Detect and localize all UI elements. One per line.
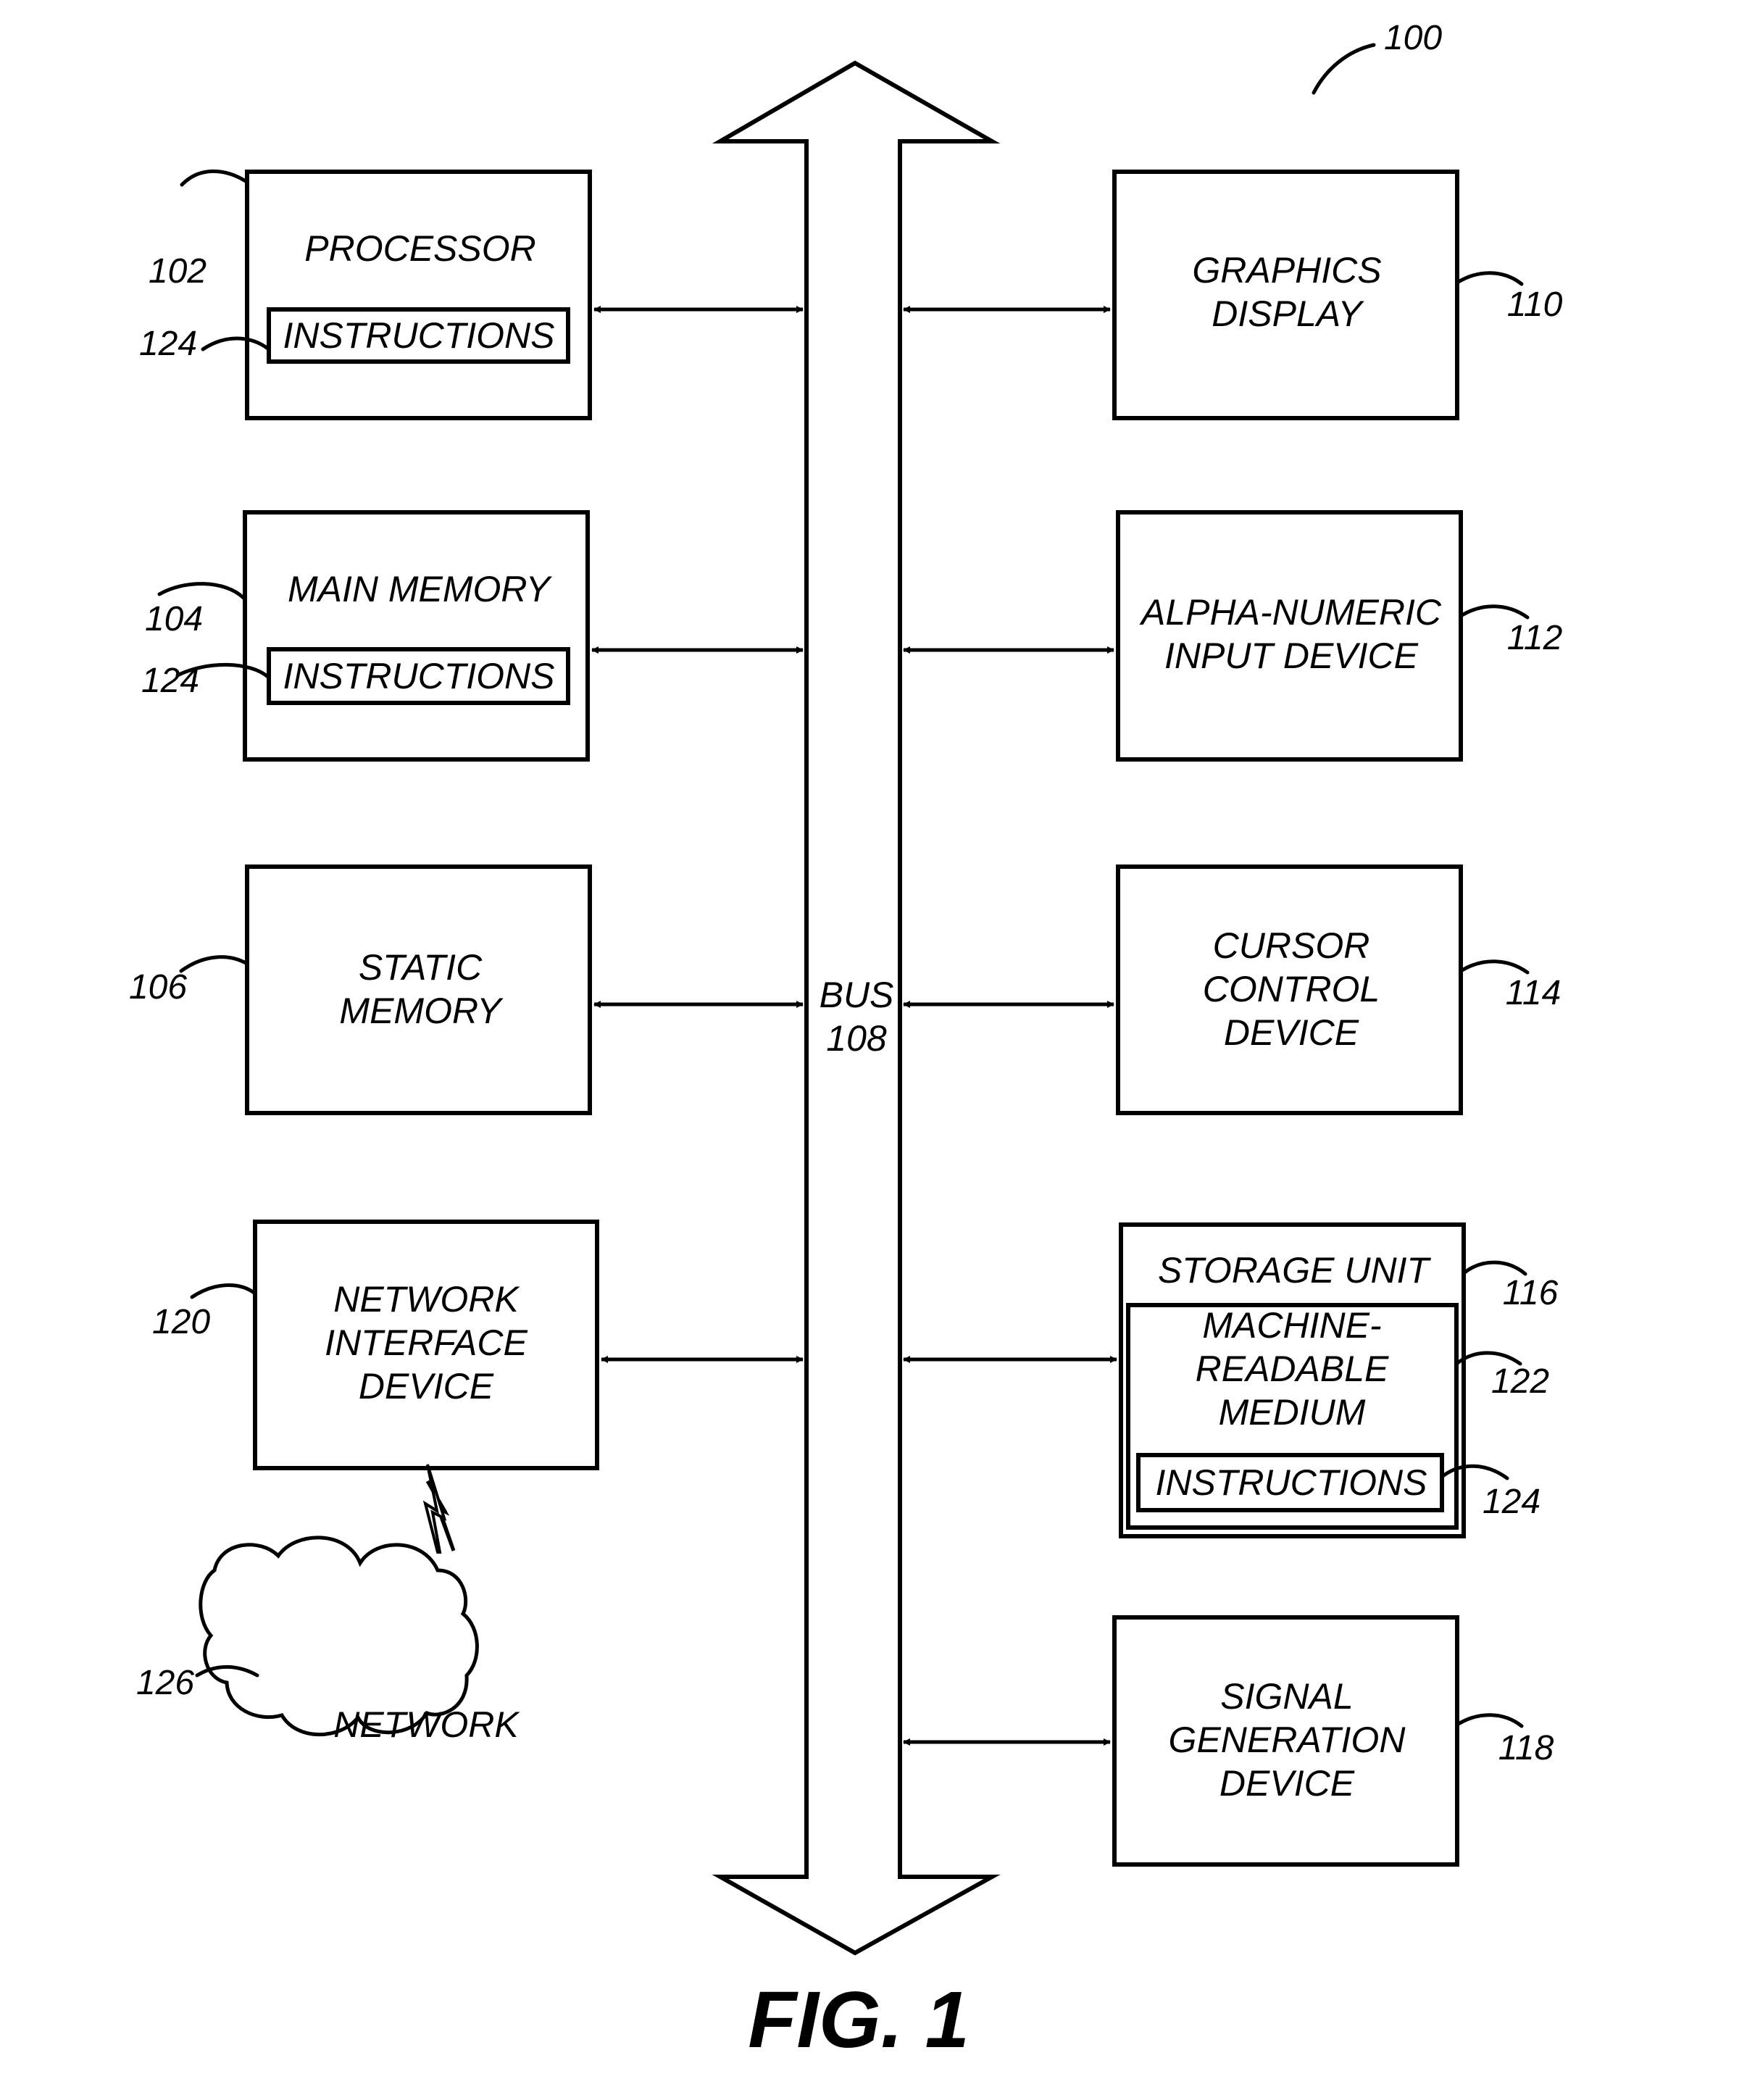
network-interface-block: NETWORK INTERFACE DEVICE 120 [152,1220,599,1470]
ref-leader-106 [179,955,249,973]
cursor-control-block: CURSOR CONTROL DEVICE 114 [1116,864,1562,1115]
cursor-control-label-line2: CONTROL [1203,969,1380,1009]
signal-generation-block: SIGNAL GENERATION DEVICE 118 [1112,1615,1554,1867]
ref-114: 114 [1506,974,1562,1012]
network-interface-label-line2: INTERFACE [325,1322,528,1363]
storage-unit-block: STORAGE UNIT MACHINE- READABLE MEDIUM IN… [1119,1222,1559,1538]
static-memory-block: STATIC MEMORY 106 [129,864,592,1115]
static-memory-label-line2: MEMORY [339,991,504,1031]
alpha-numeric-block: ALPHA-NUMERIC INPUT DEVICE 112 [1116,510,1563,762]
signal-generation-label-line2: GENERATION [1169,1720,1406,1760]
ref-leader-118 [1455,1713,1524,1728]
processor-block: PROCESSOR INSTRUCTIONS 102 124 [139,169,592,420]
ref-leader-104 [157,582,246,600]
block-diagram: 100 BUS 108 PROCESSOR INSTRUCTIONS 102 1… [129,19,1563,2064]
ref-120: 120 [152,1303,210,1341]
ref-leader-112 [1459,604,1530,620]
processor-instructions-label: INSTRUCTIONS [283,315,555,356]
machine-readable-medium-line2: READABLE [1196,1349,1389,1389]
static-memory-label-line1: STATIC [359,947,483,988]
main-memory-label: MAIN MEMORY [288,569,553,609]
machine-readable-medium-line3: MEDIUM [1219,1392,1366,1433]
bus-ref: 108 [826,1018,887,1059]
alpha-numeric-label-line1: ALPHA-NUMERIC [1139,592,1442,633]
signal-generation-label-line1: SIGNAL [1220,1676,1353,1717]
network-interface-label-line3: DEVICE [359,1366,494,1407]
bus-label: BUS [820,975,894,1015]
ref-leader-114 [1459,959,1530,975]
ref-122: 122 [1491,1362,1549,1401]
ref-116: 116 [1503,1274,1559,1312]
figure-caption: FIG. 1 [748,1975,970,2064]
ref-leader-100 [1312,43,1376,95]
main-memory-instructions-label: INSTRUCTIONS [283,656,555,696]
ref-106: 106 [129,968,187,1007]
ref-104: 104 [145,600,203,638]
network-cloud: NETWORK 126 [136,1536,520,1745]
storage-unit-label: STORAGE UNIT [1158,1250,1432,1291]
ref-leader-120 [190,1283,257,1299]
main-memory-block: MAIN MEMORY INSTRUCTIONS 104 124 [141,510,590,762]
ref-main-memory-124: 124 [141,662,199,700]
cursor-control-label-line1: CURSOR [1213,925,1370,966]
storage-instructions-label: INSTRUCTIONS [1156,1462,1427,1503]
ref-storage-124: 124 [1483,1483,1540,1521]
graphics-display-block: GRAPHICS DISPLAY 110 [1112,170,1563,420]
network-cloud-label: NETWORK [333,1704,520,1745]
ref-118: 118 [1498,1729,1554,1767]
ref-100: 100 [1384,19,1442,57]
cursor-control-label-line3: DEVICE [1224,1012,1359,1053]
ref-102: 102 [149,252,207,291]
ref-leader-110 [1455,271,1524,286]
graphics-display-label-line1: GRAPHICS [1192,250,1381,291]
network-interface-label-line1: NETWORK [333,1279,520,1320]
machine-readable-medium-line1: MACHINE- [1202,1305,1381,1346]
ref-126: 126 [136,1664,194,1702]
signal-generation-label-line3: DEVICE [1219,1763,1355,1804]
ref-110: 110 [1507,286,1563,324]
wireless-bolt [422,1464,447,1554]
ref-processor-124: 124 [139,325,197,363]
ref-leader-102 [180,169,248,187]
alpha-numeric-label-line2: INPUT DEVICE [1164,636,1419,676]
ref-leader-116 [1462,1260,1527,1276]
ref-112: 112 [1507,619,1563,657]
processor-label: PROCESSOR [304,228,536,269]
graphics-display-label-line2: DISPLAY [1212,293,1364,334]
